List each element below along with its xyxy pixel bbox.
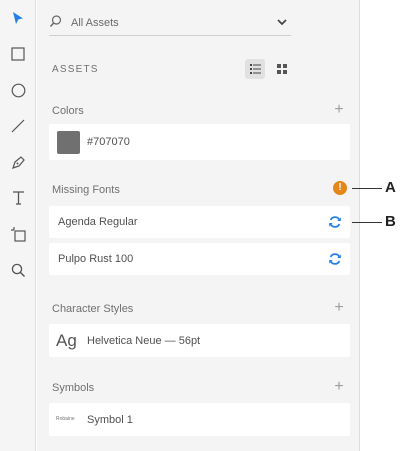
plus-icon: + [334,101,344,118]
callout-letter-b: B [385,213,396,230]
search-input[interactable] [71,14,241,32]
missing-font-item[interactable]: Agenda Regular [49,206,350,238]
list-view-icon [249,64,261,74]
color-item-label: #707070 [87,136,130,148]
select-arrow-icon [13,12,23,24]
plus-icon: + [334,378,344,395]
callout-letter-a: A [385,179,396,196]
line-tool[interactable] [6,114,30,138]
assets-search [49,8,291,36]
color-item[interactable]: #707070 [49,124,350,160]
character-style-item[interactable]: Ag Helvetica Neue — 56pt [49,324,350,357]
character-style-label: Helvetica Neue — 56pt [87,335,201,347]
symbols-section-label: Symbols [52,382,95,394]
missing-font-label: Pulpo Rust 100 [58,253,134,265]
rectangle-tool[interactable] [6,42,30,66]
character-style-preview: Ag [56,331,77,350]
plus-icon: + [334,299,344,316]
pen-tool[interactable] [6,150,30,174]
list-view-button[interactable] [245,59,265,79]
zoom-icon [11,263,25,277]
ellipse-tool[interactable] [6,78,30,102]
callout-line-b [352,222,382,223]
text-tool[interactable] [6,186,30,210]
symbol-item[interactable]: Robaine Symbol 1 [49,403,350,436]
colors-section-label: Colors [52,105,84,117]
character-styles-section-label: Character Styles [52,303,134,315]
symbol-label: Symbol 1 [87,414,133,426]
color-swatch [57,131,80,154]
grid-view-button[interactable] [272,59,292,79]
tool-bar [0,0,36,451]
missing-fonts-section-label: Missing Fonts [52,184,120,196]
text-icon [12,191,24,205]
add-character-style-button[interactable]: + [332,299,346,316]
artboard-icon [11,227,26,242]
callout-line-a [352,188,382,189]
pen-icon [11,155,25,169]
sync-icon[interactable] [328,252,342,266]
missing-font-item[interactable]: Pulpo Rust 100 [49,243,350,275]
assets-title: ASSETS [52,64,99,75]
ellipse-icon [11,83,25,97]
missing-font-label: Agenda Regular [58,216,138,228]
sync-icon[interactable] [328,215,342,229]
grid-view-icon [277,64,287,74]
assets-panel: ASSETS Colors + #707070 Missing Fonts Ag… [37,0,360,451]
select-tool[interactable] [6,6,30,30]
add-color-button[interactable]: + [332,101,346,118]
artboard-tool[interactable] [6,222,30,246]
rectangle-icon [11,47,25,61]
symbol-thumbnail: Robaine [56,416,75,422]
line-icon [11,119,25,133]
chevron-down-icon[interactable] [275,15,289,29]
warning-icon [333,181,347,195]
search-icon [49,15,62,27]
zoom-tool[interactable] [6,258,30,282]
add-symbol-button[interactable]: + [332,378,346,395]
